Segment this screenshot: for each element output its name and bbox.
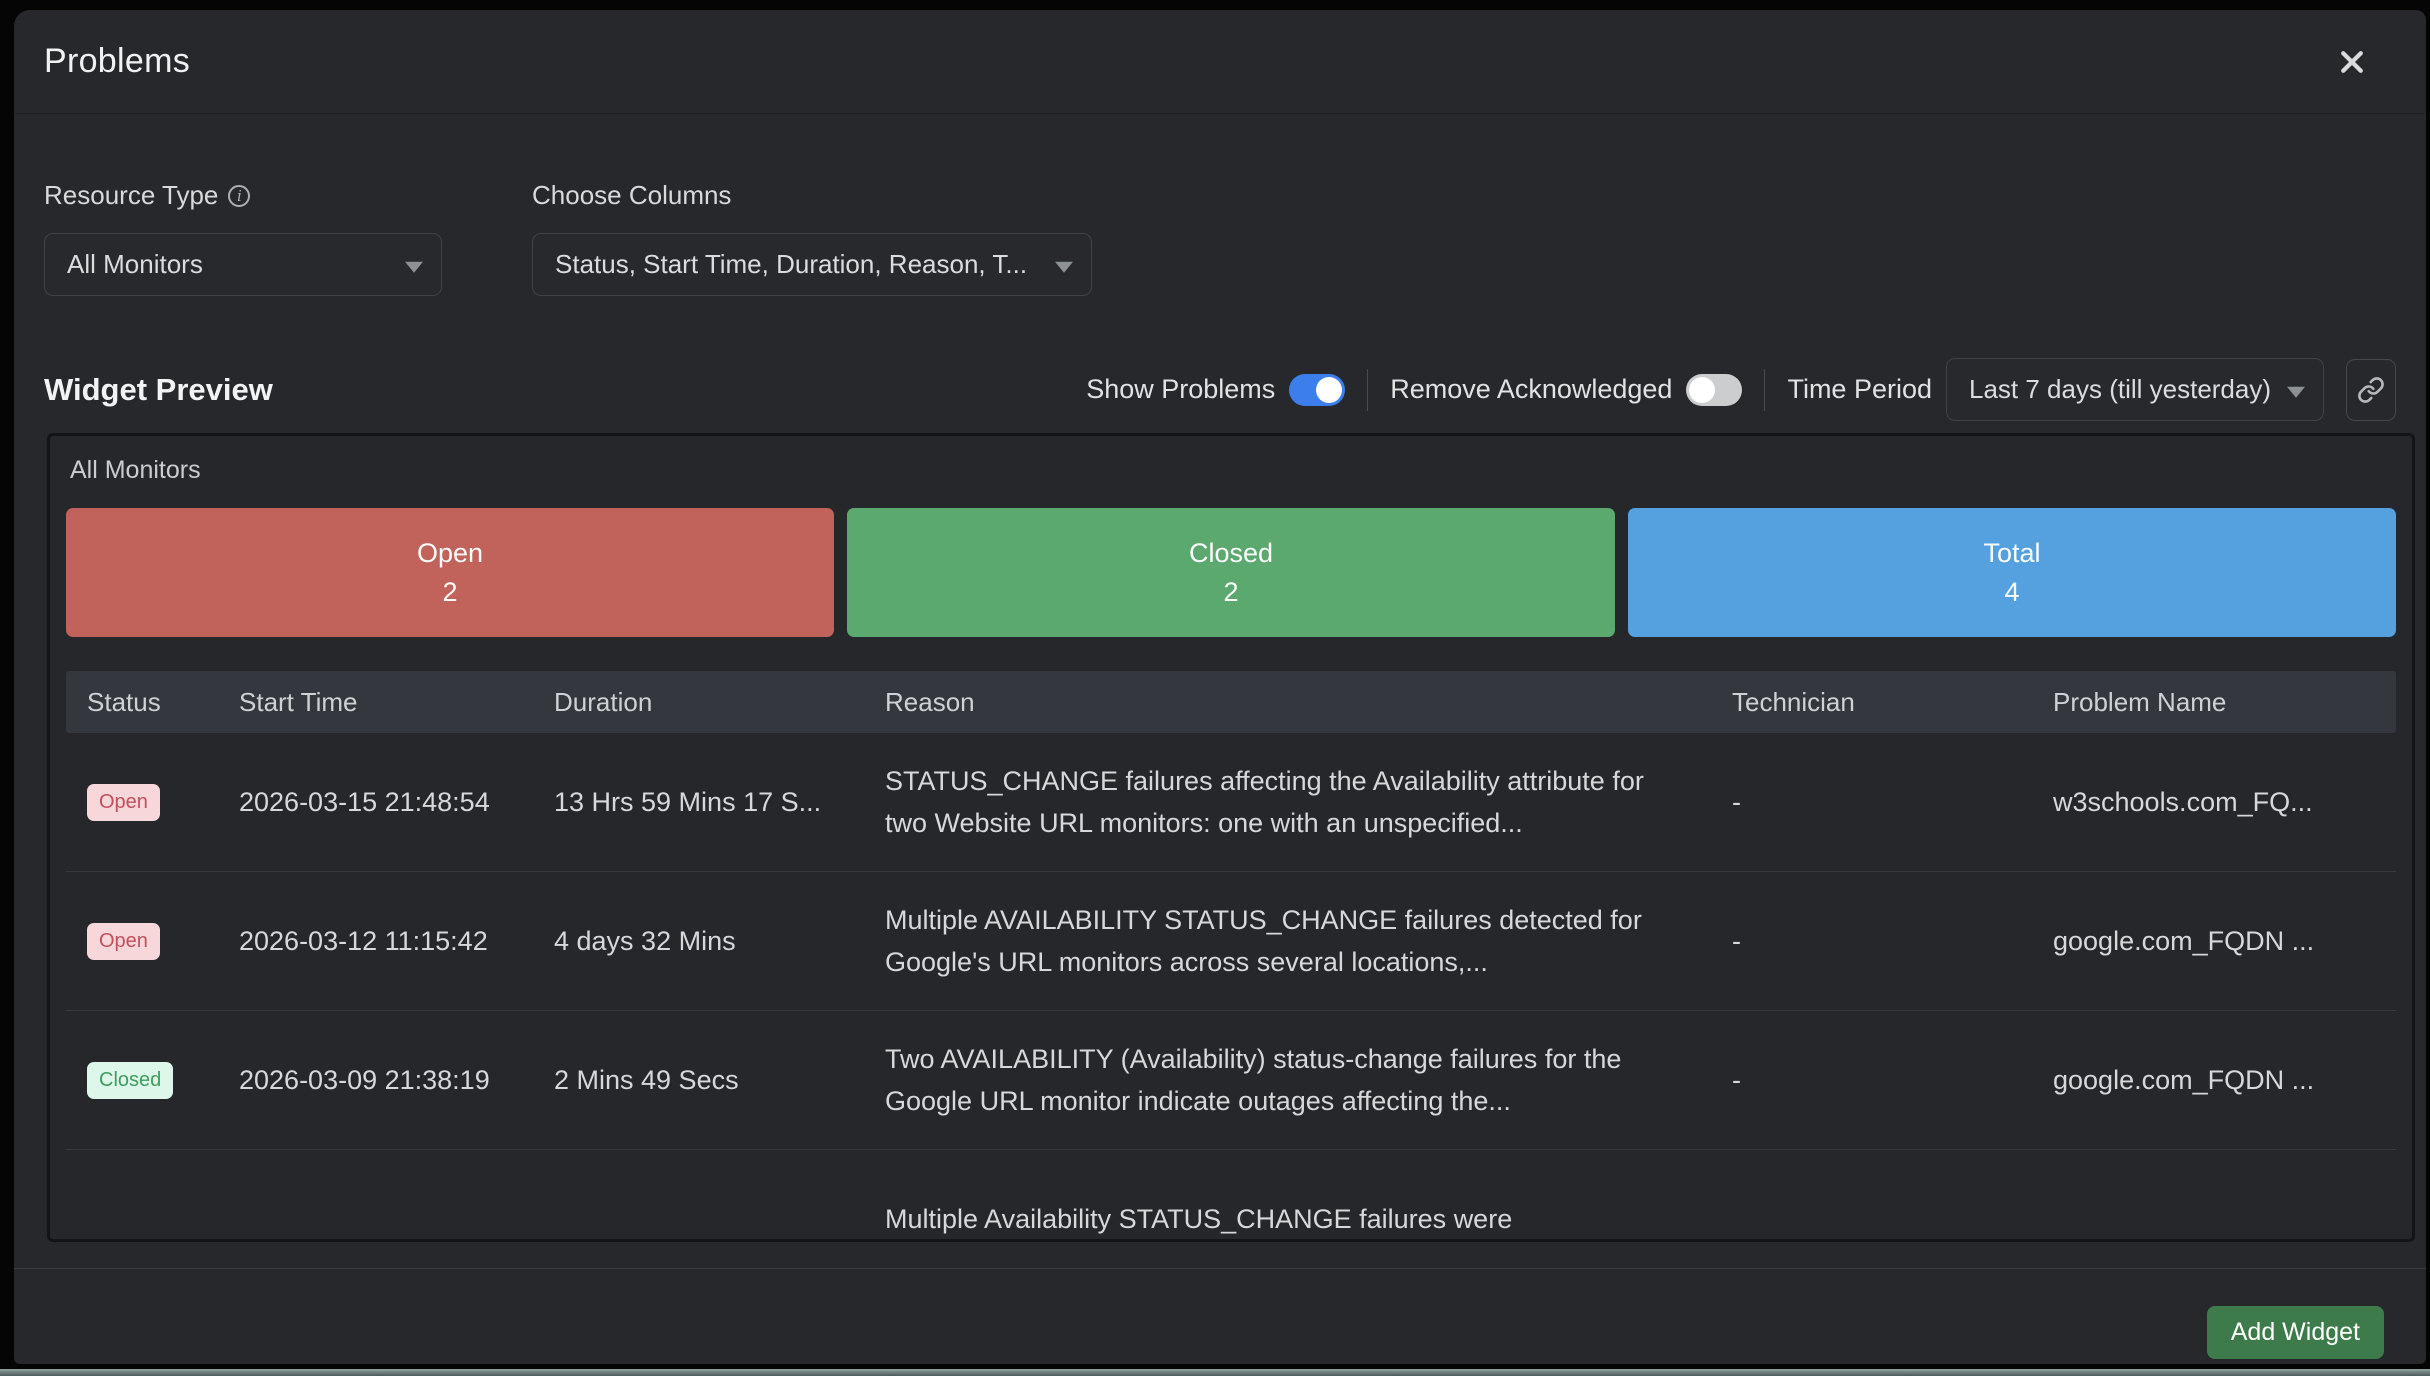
table-row[interactable]: Open 2026-03-12 11:15:42 4 days 32 Mins …: [66, 872, 2396, 1011]
col-start-time: Start Time: [239, 687, 554, 718]
preview-header-row: Widget Preview Show Problems Remove Ackn…: [44, 358, 2396, 421]
resource-type-label: Resource Type i: [44, 180, 442, 211]
summary-cards: Open 2 Closed 2 Total 4: [66, 508, 2396, 637]
status-badge: Closed: [87, 1062, 173, 1099]
remove-acknowledged-group: Remove Acknowledged: [1390, 374, 1742, 406]
link-icon: [2357, 376, 2385, 404]
table-body: Open 2026-03-15 21:48:54 13 Hrs 59 Mins …: [66, 733, 2396, 1242]
table-header: Status Start Time Duration Reason Techni…: [66, 671, 2396, 733]
technician-cell: -: [1732, 926, 2053, 957]
card-count: 2: [1223, 577, 1238, 608]
problems-modal: Problems Resource Type i All Monitors: [14, 10, 2426, 1364]
reason-cell: Multiple AVAILABILITY STATUS_CHANGE fail…: [885, 899, 1695, 983]
start-time-cell: 2026-03-09 21:38:19: [239, 1065, 554, 1096]
closed-summary-card[interactable]: Closed 2: [847, 508, 1615, 637]
preview-controls: Show Problems Remove Acknowledged Time P…: [1086, 358, 2396, 421]
chevron-down-icon: [2287, 386, 2305, 397]
toggle-knob: [1689, 377, 1715, 403]
duration-cell: 4 days 32 Mins: [554, 926, 885, 957]
modal-title: Problems: [44, 42, 190, 81]
choose-columns-label-text: Choose Columns: [532, 180, 731, 211]
close-button[interactable]: [2330, 40, 2374, 84]
problem-name-cell: w3schools.com_FQ...: [2053, 787, 2396, 818]
status-badge: Open: [87, 923, 160, 960]
reason-cell: Multiple Availability STATUS_CHANGE fail…: [885, 1198, 1695, 1240]
duration-cell: 13 Hrs 59 Mins 17 S...: [554, 787, 885, 818]
choose-columns-value: Status, Start Time, Duration, Reason, T.…: [555, 249, 1027, 280]
reason-cell: Two AVAILABILITY (Availability) status-c…: [885, 1038, 1695, 1122]
duration-cell: 2 Mins 49 Secs: [554, 1065, 885, 1096]
card-count: 4: [2004, 577, 2019, 608]
status-badge: Open: [87, 784, 160, 821]
card-label: Total: [1983, 538, 2040, 569]
open-summary-card[interactable]: Open 2: [66, 508, 834, 637]
remove-acknowledged-toggle[interactable]: [1686, 374, 1742, 406]
divider: [1764, 369, 1765, 411]
table-row[interactable]: Open 2026-03-15 21:48:54 13 Hrs 59 Mins …: [66, 733, 2396, 872]
widget-title: All Monitors: [66, 456, 2396, 485]
chevron-down-icon: [405, 261, 423, 272]
problem-name-cell: google.com_FQDN ...: [2053, 926, 2396, 957]
widget-preview-heading: Widget Preview: [44, 372, 273, 408]
filters-row: Resource Type i All Monitors Choose Colu…: [44, 180, 2396, 296]
col-duration: Duration: [554, 687, 885, 718]
start-time-cell: 2026-03-12 11:15:42: [239, 926, 554, 957]
technician-cell: -: [1732, 1065, 2053, 1096]
choose-columns-group: Choose Columns Status, Start Time, Durat…: [532, 180, 1092, 296]
toggle-knob: [1316, 377, 1342, 403]
resource-type-label-text: Resource Type: [44, 180, 218, 211]
footer-divider: [14, 1268, 2426, 1269]
card-label: Open: [417, 538, 483, 569]
resource-type-select[interactable]: All Monitors: [44, 233, 442, 296]
divider: [1367, 369, 1368, 411]
time-period-value: Last 7 days (till yesterday): [1969, 374, 2271, 405]
table-row[interactable]: Multiple Availability STATUS_CHANGE fail…: [66, 1150, 2396, 1242]
page-bottom-edge: [0, 1369, 2430, 1376]
choose-columns-label: Choose Columns: [532, 180, 1092, 211]
show-problems-toggle[interactable]: [1289, 374, 1345, 406]
show-problems-label: Show Problems: [1086, 374, 1275, 405]
time-period-select[interactable]: Last 7 days (till yesterday): [1946, 358, 2324, 421]
widget-preview-panel: All Monitors Open 2 Closed 2 Total 4 Sta…: [47, 433, 2415, 1242]
problem-name-cell: google.com_FQDN ...: [2053, 1065, 2396, 1096]
col-reason: Reason: [885, 687, 1732, 718]
resource-type-group: Resource Type i All Monitors: [44, 180, 442, 296]
remove-acknowledged-label: Remove Acknowledged: [1390, 374, 1672, 405]
card-label: Closed: [1189, 538, 1273, 569]
col-status: Status: [87, 687, 239, 718]
add-widget-button[interactable]: Add Widget: [2207, 1306, 2384, 1359]
start-time-cell: 2026-03-15 21:48:54: [239, 787, 554, 818]
table-row[interactable]: Closed 2026-03-09 21:38:19 2 Mins 49 Sec…: [66, 1011, 2396, 1150]
info-icon[interactable]: i: [228, 185, 250, 207]
col-technician: Technician: [1732, 687, 2053, 718]
close-icon: [2337, 47, 2367, 77]
time-period-group: Time Period Last 7 days (till yesterday): [1787, 358, 2324, 421]
technician-cell: -: [1732, 787, 2053, 818]
reason-cell: STATUS_CHANGE failures affecting the Ava…: [885, 760, 1695, 844]
resource-type-value: All Monitors: [67, 249, 203, 280]
link-button[interactable]: [2346, 359, 2396, 421]
chevron-down-icon: [1055, 261, 1073, 272]
modal-header: Problems: [14, 10, 2426, 114]
total-summary-card[interactable]: Total 4: [1628, 508, 2396, 637]
modal-footer: Add Widget: [2207, 1306, 2384, 1359]
time-period-label: Time Period: [1787, 374, 1932, 405]
col-problem-name: Problem Name: [2053, 687, 2396, 718]
show-problems-group: Show Problems: [1086, 374, 1345, 406]
choose-columns-select[interactable]: Status, Start Time, Duration, Reason, T.…: [532, 233, 1092, 296]
card-count: 2: [442, 577, 457, 608]
